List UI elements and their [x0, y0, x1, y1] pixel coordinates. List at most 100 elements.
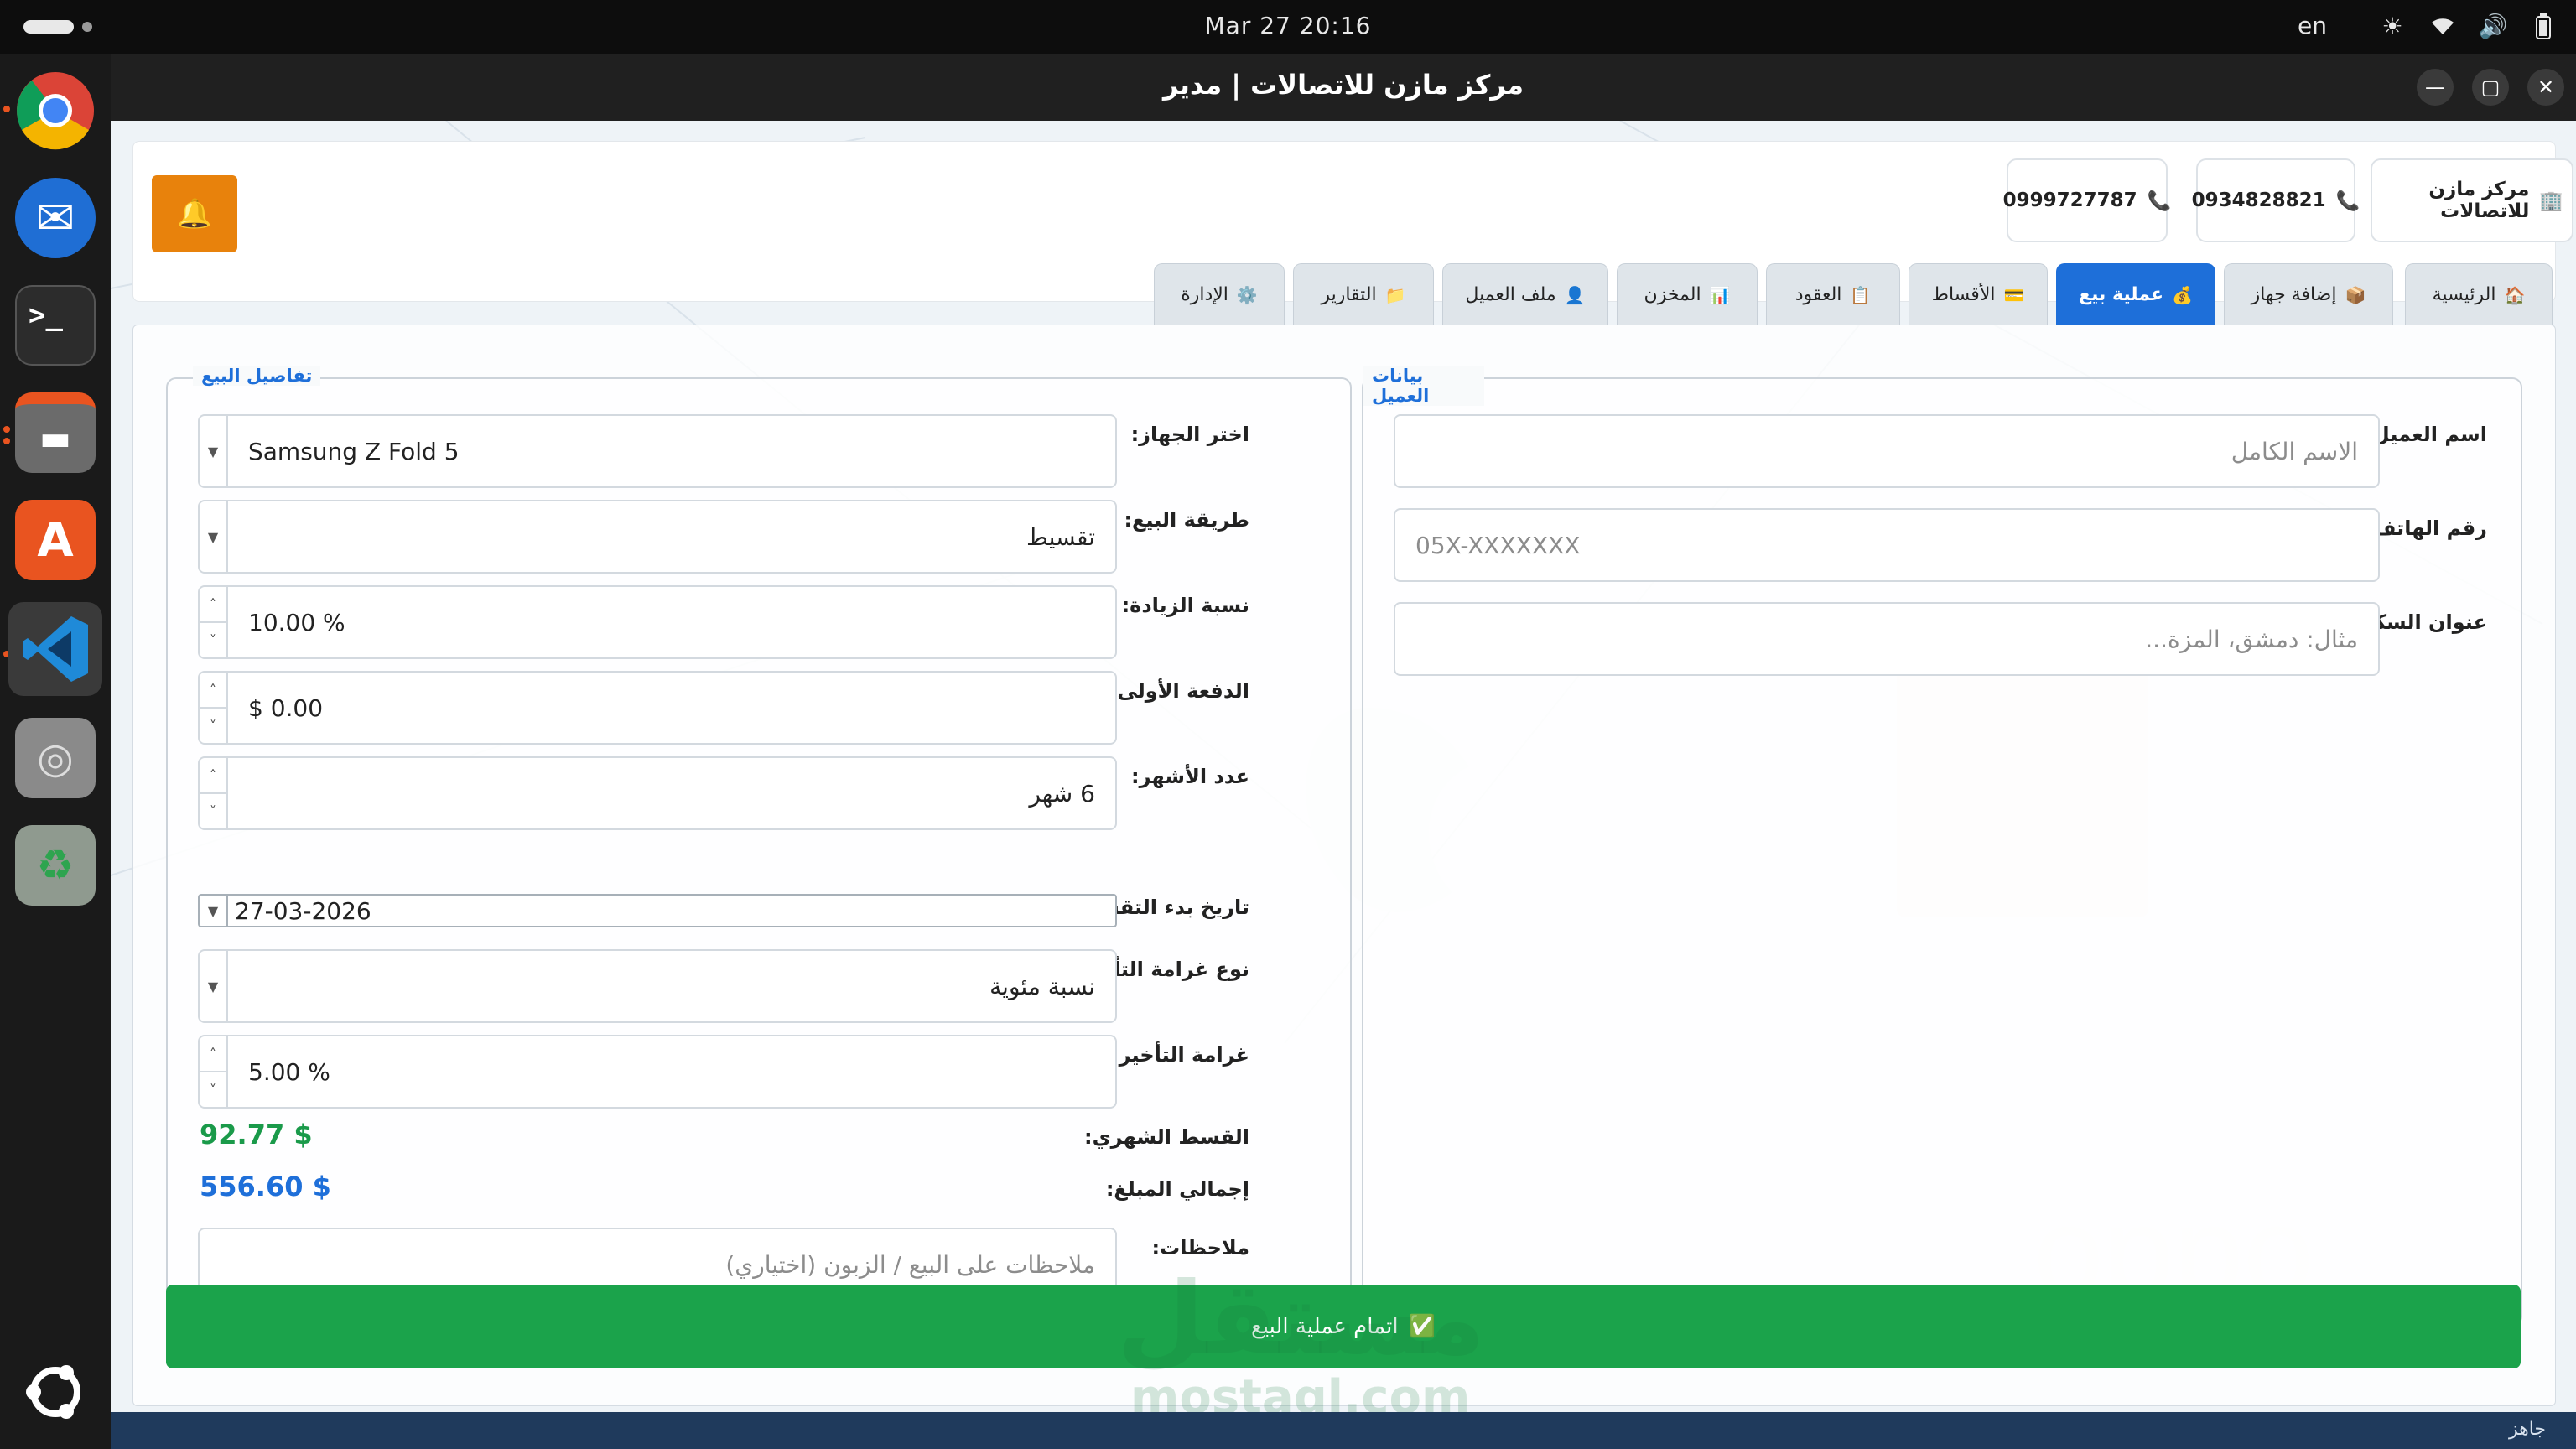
chevron-down-icon[interactable]: ▼ [200, 416, 228, 486]
home-icon: 🏠 [2504, 284, 2526, 305]
start-date-picker[interactable]: ▼ 27-03-2026 [198, 894, 1117, 927]
notifications-bell-icon[interactable]: 🔔 [152, 175, 237, 252]
customer-name-input[interactable]: الاسم الكامل [1394, 414, 2380, 488]
sale-method-label: طريقة البيع: [1124, 508, 1249, 532]
customer-address-input[interactable]: مثال: دمشق، المزة... [1394, 602, 2380, 676]
user-icon: 👤 [1564, 284, 1586, 305]
customer-group-title: بيانات العميل [1363, 366, 1484, 406]
trash-icon: ♻ [15, 825, 96, 906]
notes-label: ملاحظات: [1151, 1236, 1249, 1259]
customer-name-label: اسم العميل: [2364, 423, 2487, 446]
credit-card-icon: 💳 [2003, 284, 2025, 305]
company-badge: 🏢 مركز مازن للاتصالات [2371, 158, 2573, 242]
spinner-arrows[interactable]: ˄ ˅ [200, 1036, 228, 1107]
monthly-installment-value: 92.77 $ [200, 1119, 313, 1150]
chevron-down-icon[interactable]: ▼ [200, 951, 228, 1021]
increase-rate-label: نسبة الزيادة: [1121, 594, 1249, 617]
dock-chrome[interactable] [8, 64, 102, 158]
tab-sale[interactable]: 💰 عملية بيع [2056, 263, 2215, 325]
customer-phone-input[interactable]: 05X-XXXXXXX [1394, 508, 2380, 582]
spinner-arrows[interactable]: ˄ ˅ [200, 587, 228, 657]
phone-number-2: 0999727787 [2002, 190, 2137, 211]
tab-installments[interactable]: 💳 الأقساط [1909, 263, 2048, 325]
tab-customer-file[interactable]: 👤 ملف العميل [1442, 263, 1608, 325]
dock-trash[interactable]: ♻ [8, 818, 102, 912]
box-icon: 📦 [2345, 284, 2366, 305]
ubuntu-icon [15, 1352, 96, 1432]
months-label: عدد الأشهر: [1131, 765, 1249, 788]
spinner-arrows[interactable]: ˄ ˅ [200, 758, 228, 828]
dock-app-center[interactable]: A [8, 493, 102, 587]
months-spinbox[interactable]: ˄ ˅ 6 شهر [198, 756, 1117, 830]
phone-badge-2: 📞 0999727787 [2003, 158, 2171, 242]
app-window: مركز مازن للاتصالات | مدير — ▢ ✕ oppo 🔔 … [111, 54, 2576, 1449]
disc-icon: ◎ [15, 718, 96, 798]
dock-terminal[interactable]: >_ [8, 278, 102, 372]
watermark-logo: مستقل [1117, 1261, 1485, 1378]
dock: ✉ >_ ▬ A ◎ ♻ [0, 54, 111, 1449]
tab-home[interactable]: 🏠 الرئيسية [2405, 263, 2553, 325]
building-icon: 🏢 [2539, 190, 2563, 212]
clock[interactable]: Mar 27 20:16 [0, 12, 2576, 39]
close-button[interactable]: ✕ [2527, 69, 2564, 106]
phone-icon: 📞 [2335, 190, 2360, 212]
keyboard-language[interactable]: en [2298, 12, 2327, 39]
spin-down-icon[interactable]: ˅ [200, 1071, 226, 1107]
tab-inventory[interactable]: 📊 المخزن [1617, 263, 1758, 325]
window-title: مركز مازن للاتصالات | مدير [1162, 69, 1524, 101]
dock-vscode[interactable] [8, 602, 102, 696]
total-amount-label: إجمالي المبلغ: [1105, 1177, 1249, 1201]
system-tray[interactable]: ☀ 🔊 [2378, 12, 2558, 40]
dock-disc[interactable]: ◎ [8, 711, 102, 805]
spin-up-icon[interactable]: ˄ [200, 1036, 226, 1071]
late-fee-type-select[interactable]: ▼ نسبة مئوية [198, 949, 1117, 1023]
phone-badge-1: 📞 0934828821 [2192, 158, 2360, 242]
vscode-icon [15, 609, 96, 689]
volume-icon[interactable]: 🔊 [2479, 12, 2508, 40]
dock-show-apps[interactable] [8, 1345, 102, 1439]
spin-down-icon[interactable]: ˅ [200, 792, 226, 828]
folder-icon: 📁 [1384, 284, 1406, 305]
tab-contracts[interactable]: 📋 العقود [1766, 263, 1900, 325]
customer-phone-label: رقم الهاتف: [2365, 517, 2487, 540]
device-label: اختر الجهاز: [1130, 423, 1249, 446]
down-payment-spinbox[interactable]: ˄ ˅ $ 0.00 [198, 671, 1117, 745]
window-titlebar[interactable]: مركز مازن للاتصالات | مدير — ▢ ✕ [111, 54, 2576, 121]
tab-reports[interactable]: 📁 التقارير [1293, 263, 1434, 325]
money-bag-icon: 💰 [2172, 284, 2193, 305]
minimize-button[interactable]: — [2417, 69, 2454, 106]
device-select[interactable]: ▼ Samsung Z Fold 5 [198, 414, 1117, 488]
chevron-down-icon[interactable]: ▼ [200, 896, 228, 926]
dock-files[interactable]: ▬ [8, 386, 102, 480]
status-text: جاهز [2508, 1419, 2546, 1440]
wifi-icon[interactable] [2428, 12, 2457, 40]
chevron-down-icon[interactable]: ▼ [200, 501, 228, 572]
total-amount-value: 556.60 $ [200, 1171, 331, 1202]
spin-up-icon[interactable]: ˄ [200, 673, 226, 707]
maximize-button[interactable]: ▢ [2472, 69, 2509, 106]
down-payment-label: الدفعة الأولى: [1109, 679, 1249, 703]
tab-admin[interactable]: ⚙️ الإدارة [1154, 263, 1285, 325]
spinner-arrows[interactable]: ˄ ˅ [200, 673, 228, 743]
dock-thunderbird[interactable]: ✉ [8, 171, 102, 265]
company-name: مركز مازن للاتصالات [2428, 179, 2530, 222]
spin-up-icon[interactable]: ˄ [200, 758, 226, 792]
phone-number-1: 0934828821 [2191, 190, 2326, 211]
chrome-icon [15, 70, 96, 151]
tab-add-device[interactable]: 📦 إضافة جهاز [2224, 263, 2393, 325]
thunderbird-icon: ✉ [15, 178, 96, 258]
brightness-icon[interactable]: ☀ [2378, 12, 2407, 40]
sale-group-title: تفاصيل البيع [193, 366, 321, 386]
phone-icon: 📞 [2147, 190, 2172, 212]
increase-rate-spinbox[interactable]: ˄ ˅ 10.00 % [198, 585, 1117, 659]
late-fee-percent-spinbox[interactable]: ˄ ˅ 5.00 % [198, 1035, 1117, 1109]
system-top-bar: Mar 27 20:16 en ☀ 🔊 [0, 0, 2576, 54]
spin-down-icon[interactable]: ˅ [200, 707, 226, 743]
bar-chart-icon: 📊 [1709, 284, 1731, 305]
status-bar: جاهز [111, 1412, 2576, 1449]
monthly-installment-label: القسط الشهري: [1083, 1125, 1249, 1149]
sale-method-select[interactable]: ▼ تقسيط [198, 500, 1117, 574]
spin-down-icon[interactable]: ˅ [200, 621, 226, 657]
spin-up-icon[interactable]: ˄ [200, 587, 226, 621]
battery-icon[interactable] [2529, 12, 2558, 40]
